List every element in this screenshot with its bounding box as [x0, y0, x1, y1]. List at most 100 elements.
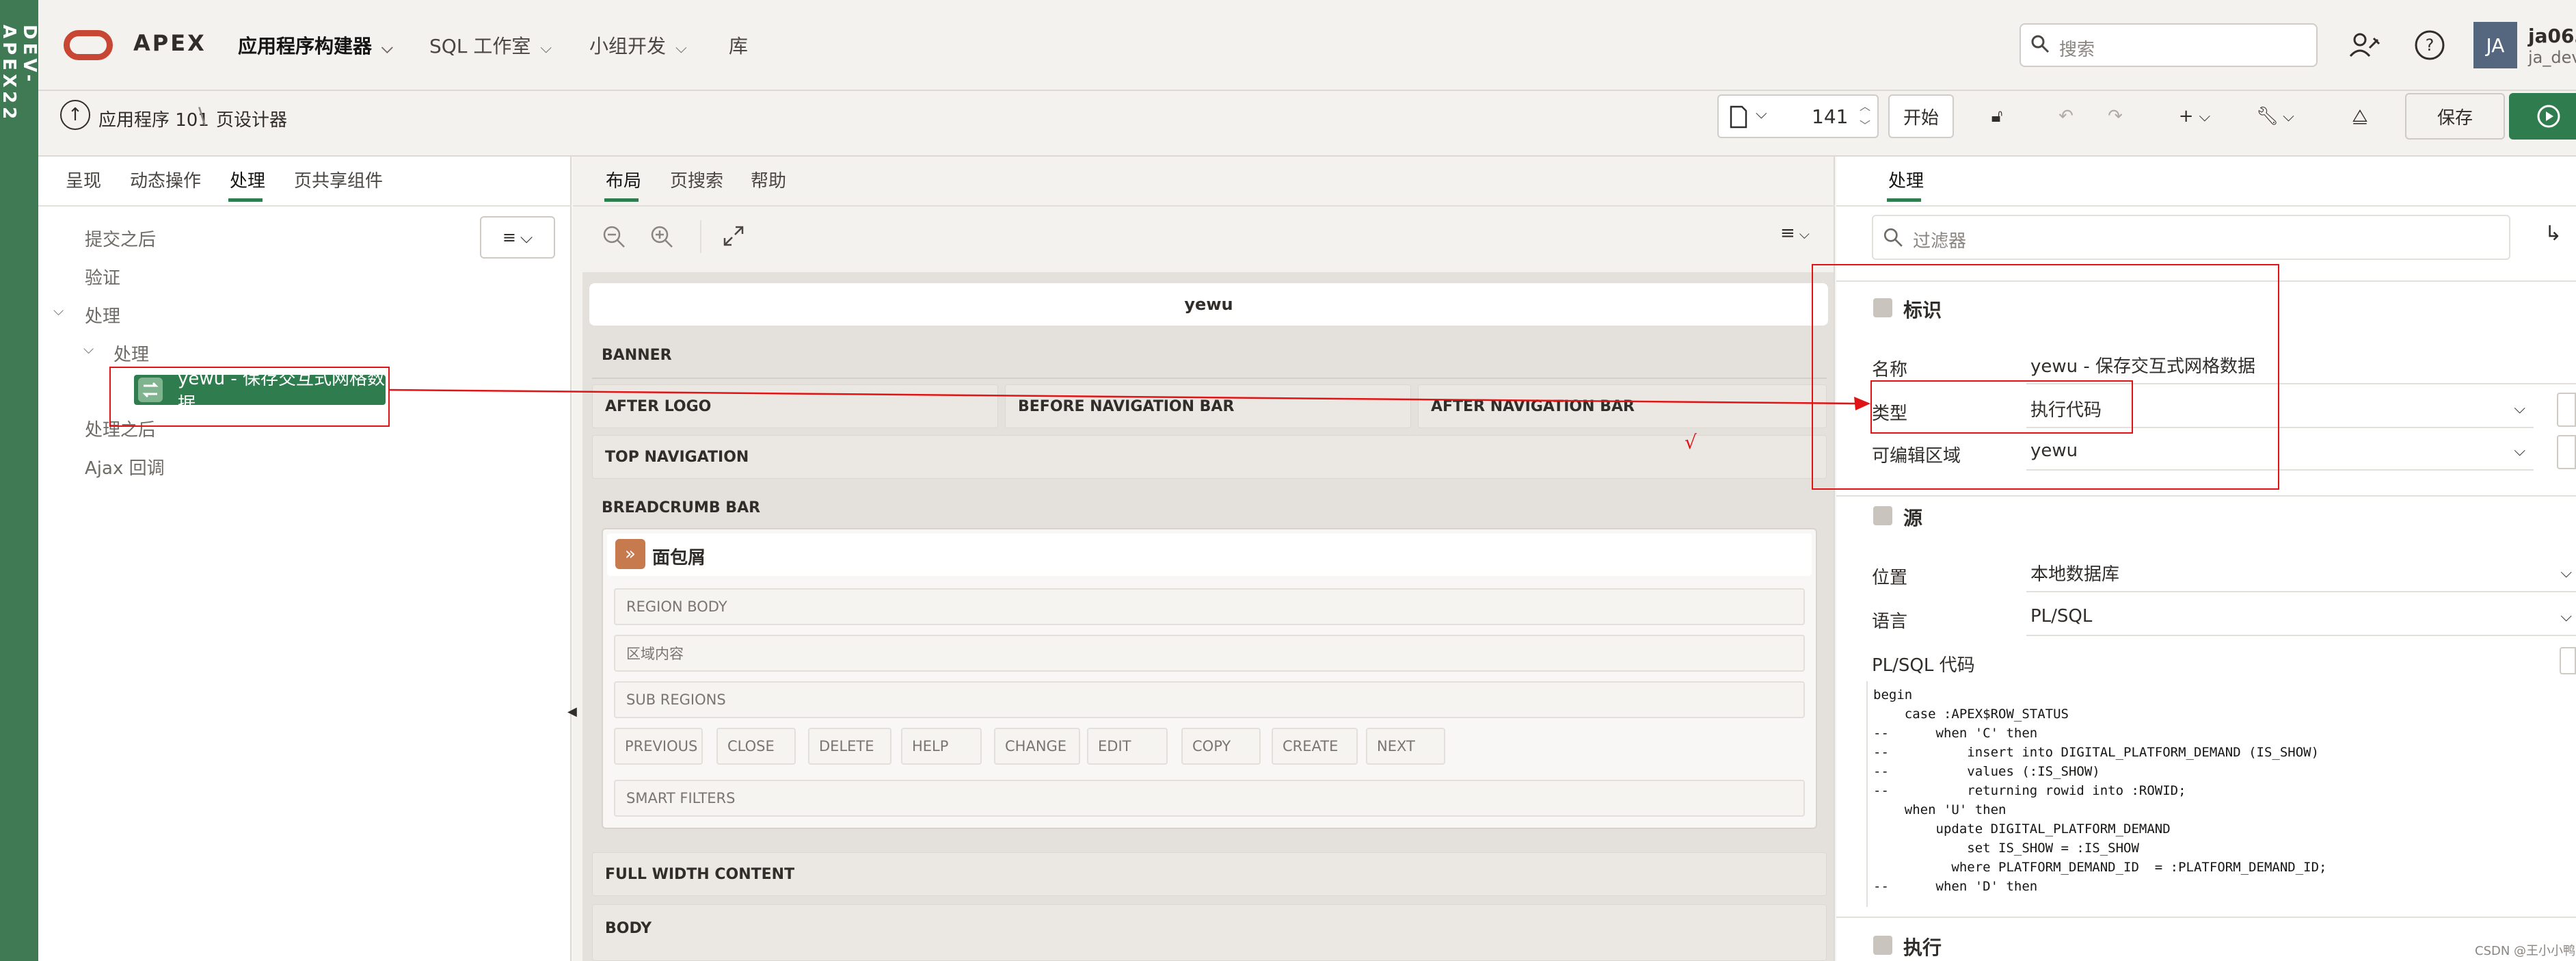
slot-help[interactable]: HELP: [901, 728, 982, 765]
plsql-code-editor[interactable]: begin case :APEX$ROW_STATUS -- when 'C' …: [1866, 681, 2576, 907]
section-divider: [1836, 917, 2576, 918]
page-stepper-icon[interactable]: ︿ ﹀: [1860, 97, 1870, 135]
slot-previous[interactable]: PREVIOUS: [614, 728, 703, 765]
layout-menu-button[interactable]: ≡ ⌵: [1780, 223, 1810, 243]
nav-team-development[interactable]: 小组开发 ⌵: [589, 31, 687, 59]
save-button[interactable]: 保存: [2405, 93, 2505, 140]
page-title[interactable]: yewu: [589, 283, 1828, 326]
chevron-down-icon: ⌵: [520, 228, 533, 247]
filter-input[interactable]: 过滤器: [1872, 215, 2510, 260]
expand-icon[interactable]: [722, 224, 745, 248]
run-button[interactable]: [2509, 93, 2576, 140]
slot-body[interactable]: BODY: [592, 904, 1827, 961]
lock-icon[interactable]: 🔓︎: [1976, 94, 2018, 138]
section-divider: [1836, 495, 2576, 497]
slot-top-navigation[interactable]: TOP NAVIGATION: [592, 435, 1827, 479]
tree-ajax-callback[interactable]: Ajax 回调: [85, 454, 165, 479]
slot-smart-filters[interactable]: SMART FILTERS: [614, 780, 1805, 817]
watermark: CSDN @王小小鸭: [2475, 944, 2576, 958]
language-select[interactable]: PL/SQL ⌵: [2026, 598, 2576, 636]
collapse-section-icon[interactable]: [1873, 936, 1892, 955]
label-location: 位置: [1872, 568, 1908, 588]
list-of-values-button[interactable]: [2557, 393, 2576, 427]
slot-breadcrumb-bar[interactable]: BREADCRUMB BAR: [602, 499, 760, 516]
breadcrumb-region-title: 面包屑: [652, 548, 706, 568]
section-source[interactable]: 源: [1903, 503, 1922, 531]
annotation-box: [1870, 380, 2133, 434]
up-arrow-icon[interactable]: ↑: [60, 100, 90, 130]
annotation-box: [109, 367, 390, 427]
svg-text:?: ?: [2426, 36, 2434, 55]
go-to-region-button[interactable]: [2557, 435, 2576, 469]
hamburger-icon: ≡: [1780, 223, 1795, 243]
slot-banner[interactable]: BANNER: [602, 347, 672, 364]
slot-create[interactable]: CREATE: [1272, 728, 1358, 765]
section-execution[interactable]: 执行: [1903, 933, 1942, 960]
breadcrumb-page-designer: 页设计器: [216, 110, 288, 131]
slot-region-body[interactable]: REGION BODY: [614, 588, 1805, 625]
avatar[interactable]: JA: [2473, 22, 2517, 68]
undo-icon[interactable]: ↶: [2047, 94, 2085, 138]
environment-label: DEV-APEX22: [0, 25, 40, 123]
tab-shared-components[interactable]: 页共享组件: [294, 167, 383, 192]
tab-rendering[interactable]: 呈现: [66, 167, 101, 192]
oracle-logo-icon[interactable]: [64, 30, 113, 60]
tab-active-indicator: [1887, 198, 1921, 202]
tree-validation[interactable]: 验证: [85, 264, 120, 289]
tree-expand-icon[interactable]: ⌵: [53, 302, 64, 319]
tree-processing-child[interactable]: 处理: [113, 341, 149, 366]
tree-processing[interactable]: 处理: [85, 302, 120, 328]
nav-sql-workshop[interactable]: SQL 工作室 ⌵: [429, 31, 552, 59]
annotation-box: [1812, 264, 2279, 490]
utilities-menu-button[interactable]: 🔧︎ ⌵: [2248, 94, 2303, 138]
collapse-left-icon[interactable]: ◀: [567, 705, 577, 719]
slot-after-logo[interactable]: AFTER LOGO: [592, 384, 998, 428]
slot-close[interactable]: CLOSE: [716, 728, 796, 765]
slot-full-width-content[interactable]: FULL WIDTH CONTENT: [592, 852, 1827, 896]
nav-app-builder[interactable]: 应用程序构建器 ⌵: [238, 31, 393, 59]
tab-page-search[interactable]: 页搜索: [670, 167, 723, 192]
slot-delete[interactable]: DELETE: [808, 728, 891, 765]
goto-group-icon[interactable]: ↳: [2545, 222, 2562, 246]
tree-expand-icon[interactable]: ⌵: [83, 341, 94, 357]
administration-icon[interactable]: [2346, 27, 2382, 63]
user-name[interactable]: ja063: [2528, 25, 2576, 47]
create-menu-button[interactable]: + ⌵: [2169, 94, 2221, 138]
slot-sub-regions[interactable]: SUB REGIONS: [614, 681, 1805, 718]
breadcrumb-app[interactable]: 应用程序 101: [98, 106, 209, 131]
chevron-down-icon: ⌵: [2283, 107, 2294, 125]
tab-help[interactable]: 帮助: [751, 167, 786, 192]
go-button[interactable]: 开始: [1888, 94, 1954, 138]
redo-icon[interactable]: ↷: [2096, 94, 2134, 138]
tab-property-processing[interactable]: 处理: [1888, 167, 1924, 192]
shared-components-icon[interactable]: ⧋: [2341, 94, 2379, 138]
nav-gallery[interactable]: 库: [729, 31, 748, 59]
zoom-in-icon[interactable]: [649, 224, 674, 249]
tree-menu-button[interactable]: ≡ ⌵: [480, 216, 555, 259]
breadcrumb-icon: »: [615, 539, 645, 569]
play-icon: [2537, 105, 2560, 128]
tab-layout[interactable]: 布局: [606, 167, 641, 192]
toolbar-divider: [700, 220, 701, 253]
zoom-out-icon[interactable]: [602, 224, 626, 249]
search-input[interactable]: 搜索: [2020, 23, 2318, 67]
apex-brand[interactable]: APEX: [133, 30, 206, 56]
tree-after-submit[interactable]: 提交之后: [85, 226, 156, 251]
slot-edit[interactable]: EDIT: [1087, 728, 1168, 765]
breadcrumb-region-header[interactable]: [607, 534, 1812, 576]
slot-change[interactable]: CHANGE: [994, 728, 1080, 765]
tab-processing[interactable]: 处理: [230, 167, 265, 192]
page-number-input[interactable]: 141: [1812, 105, 1848, 128]
page-selector[interactable]: ⌵ 141 ︿ ﹀: [1717, 94, 1879, 138]
help-icon[interactable]: ?: [2412, 27, 2447, 63]
slot-next[interactable]: NEXT: [1366, 728, 1445, 765]
code-editor-expand-icon[interactable]: [2560, 647, 2576, 674]
collapse-section-icon[interactable]: [1873, 506, 1892, 525]
slot-after-navigation-bar[interactable]: AFTER NAVIGATION BAR: [1418, 384, 1827, 428]
filter-placeholder: 过滤器: [1913, 231, 1967, 252]
tab-dynamic-actions[interactable]: 动态操作: [130, 167, 201, 192]
slot-copy[interactable]: COPY: [1181, 728, 1261, 765]
slot-before-navigation-bar[interactable]: BEFORE NAVIGATION BAR: [1005, 384, 1411, 428]
slot-region-content[interactable]: 区域内容: [614, 635, 1805, 672]
location-select[interactable]: 本地数据库 ⌵: [2026, 554, 2576, 592]
